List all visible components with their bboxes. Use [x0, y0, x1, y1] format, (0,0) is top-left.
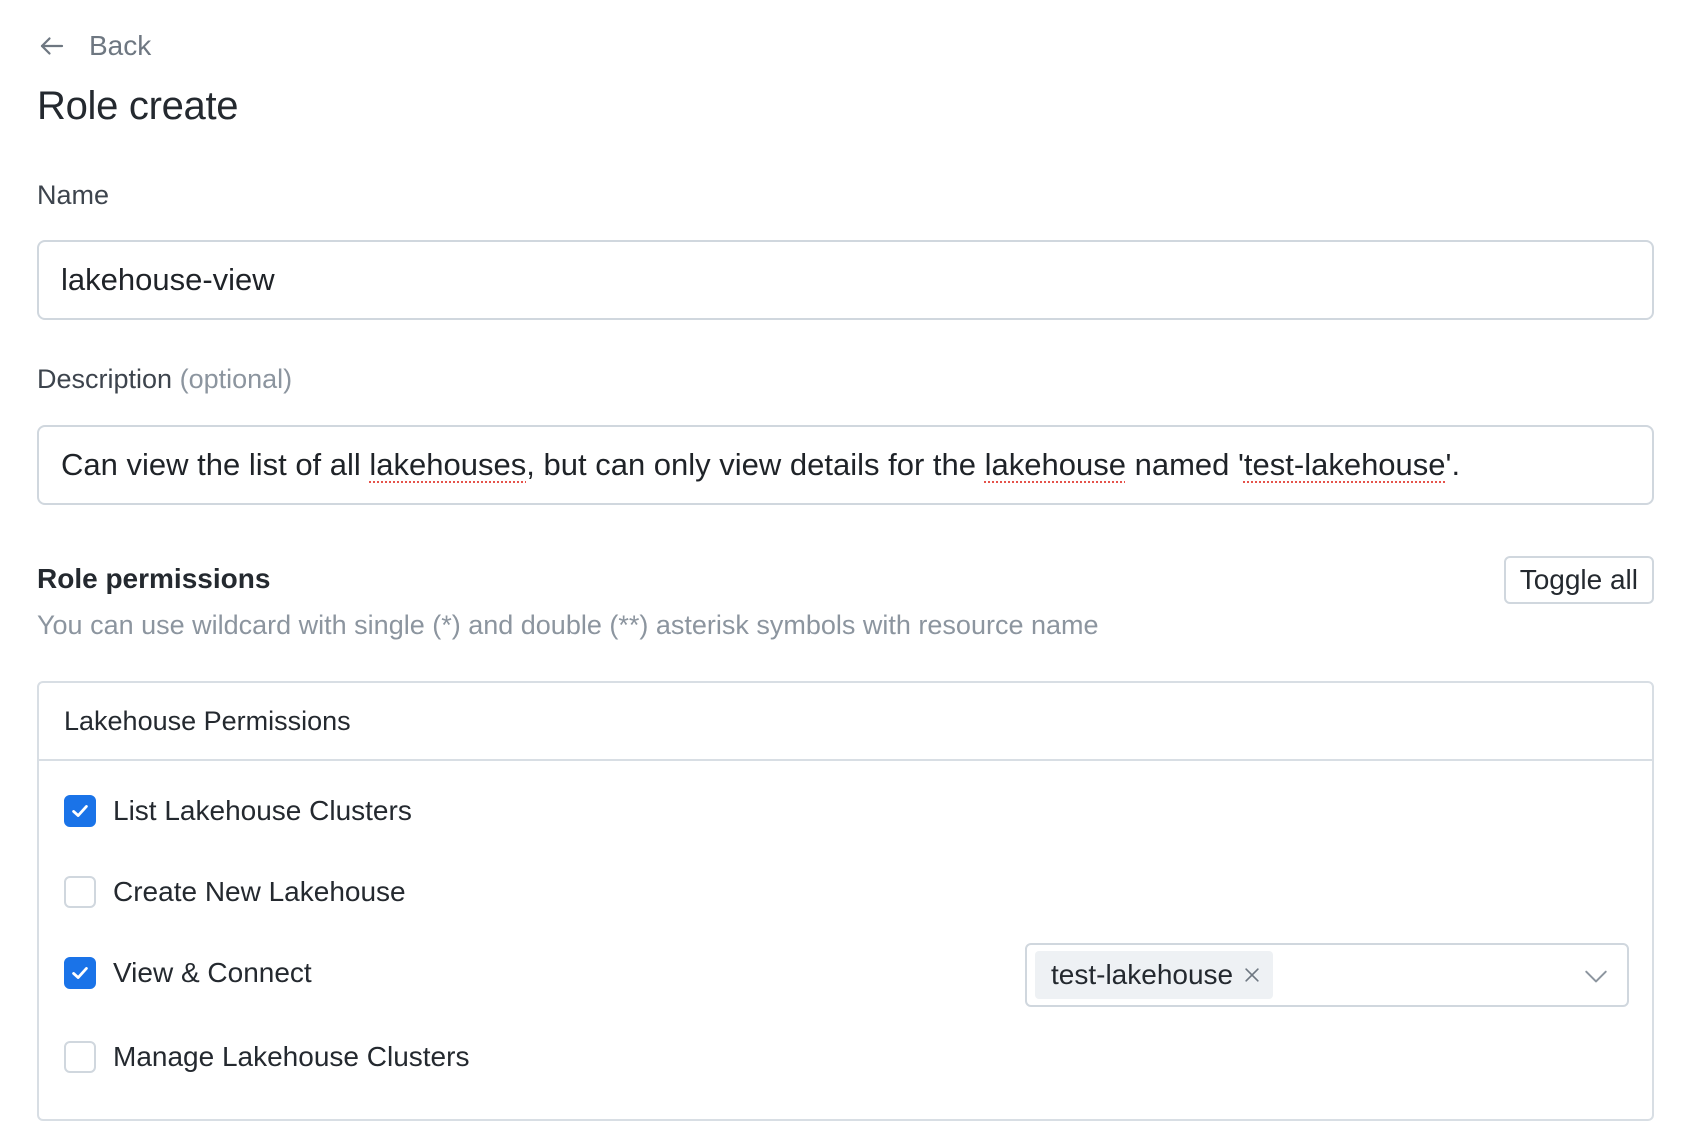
arrow-left-icon: [40, 37, 64, 55]
permission-row-view-connect[interactable]: View & Connect: [64, 957, 312, 989]
permission-row-create-new-lakehouse[interactable]: Create New Lakehouse: [64, 876, 406, 908]
permission-label: View & Connect: [113, 957, 312, 988]
description-label: Description (optional): [37, 364, 293, 394]
resource-tag-label: test-lakehouse: [1051, 959, 1234, 990]
chevron-down-icon[interactable]: [1583, 963, 1609, 989]
checkbox-unchecked[interactable]: [64, 1041, 96, 1073]
spellcheck-word: test-lakehouse: [1243, 447, 1446, 482]
permission-label: Create New Lakehouse: [113, 876, 406, 907]
wildcard-hint: You can use wildcard with single (*) and…: [37, 610, 1099, 640]
back-link[interactable]: Back: [37, 30, 151, 62]
name-input[interactable]: [37, 240, 1654, 320]
name-label: Name: [37, 180, 110, 210]
resource-select[interactable]: test-lakehouse: [1025, 943, 1629, 1007]
optional-label: (optional): [179, 364, 293, 394]
back-label: Back: [89, 30, 152, 61]
permission-label: Manage Lakehouse Clusters: [113, 1041, 470, 1072]
check-icon: [72, 805, 88, 817]
check-icon: [72, 967, 88, 979]
spellcheck-word: lakehouse: [984, 447, 1126, 482]
checkbox-checked[interactable]: [64, 957, 96, 989]
description-input[interactable]: Can view the list of all lakehouses, but…: [37, 425, 1654, 505]
permission-row-list-lakehouse-clusters[interactable]: List Lakehouse Clusters: [64, 795, 412, 827]
description-text: Can view the list of all lakehouses, but…: [61, 447, 1461, 482]
permission-label: List Lakehouse Clusters: [113, 795, 412, 826]
permission-row-manage-lakehouse-clusters[interactable]: Manage Lakehouse Clusters: [64, 1041, 469, 1073]
resource-tag: test-lakehouse: [1035, 951, 1274, 999]
checkbox-unchecked[interactable]: [64, 876, 96, 908]
permission-group-title: Lakehouse Permissions: [39, 683, 1652, 761]
toggle-all-button[interactable]: Toggle all: [1503, 556, 1654, 604]
page-title: Role create: [37, 84, 239, 128]
lakehouse-permissions-card: Lakehouse Permissions List Lakehouse Clu…: [37, 681, 1654, 1121]
checkbox-checked[interactable]: [64, 795, 96, 827]
role-permissions-title: Role permissions: [37, 563, 271, 594]
spellcheck-word: lakehouses: [369, 447, 527, 482]
close-icon[interactable]: [1241, 964, 1263, 986]
